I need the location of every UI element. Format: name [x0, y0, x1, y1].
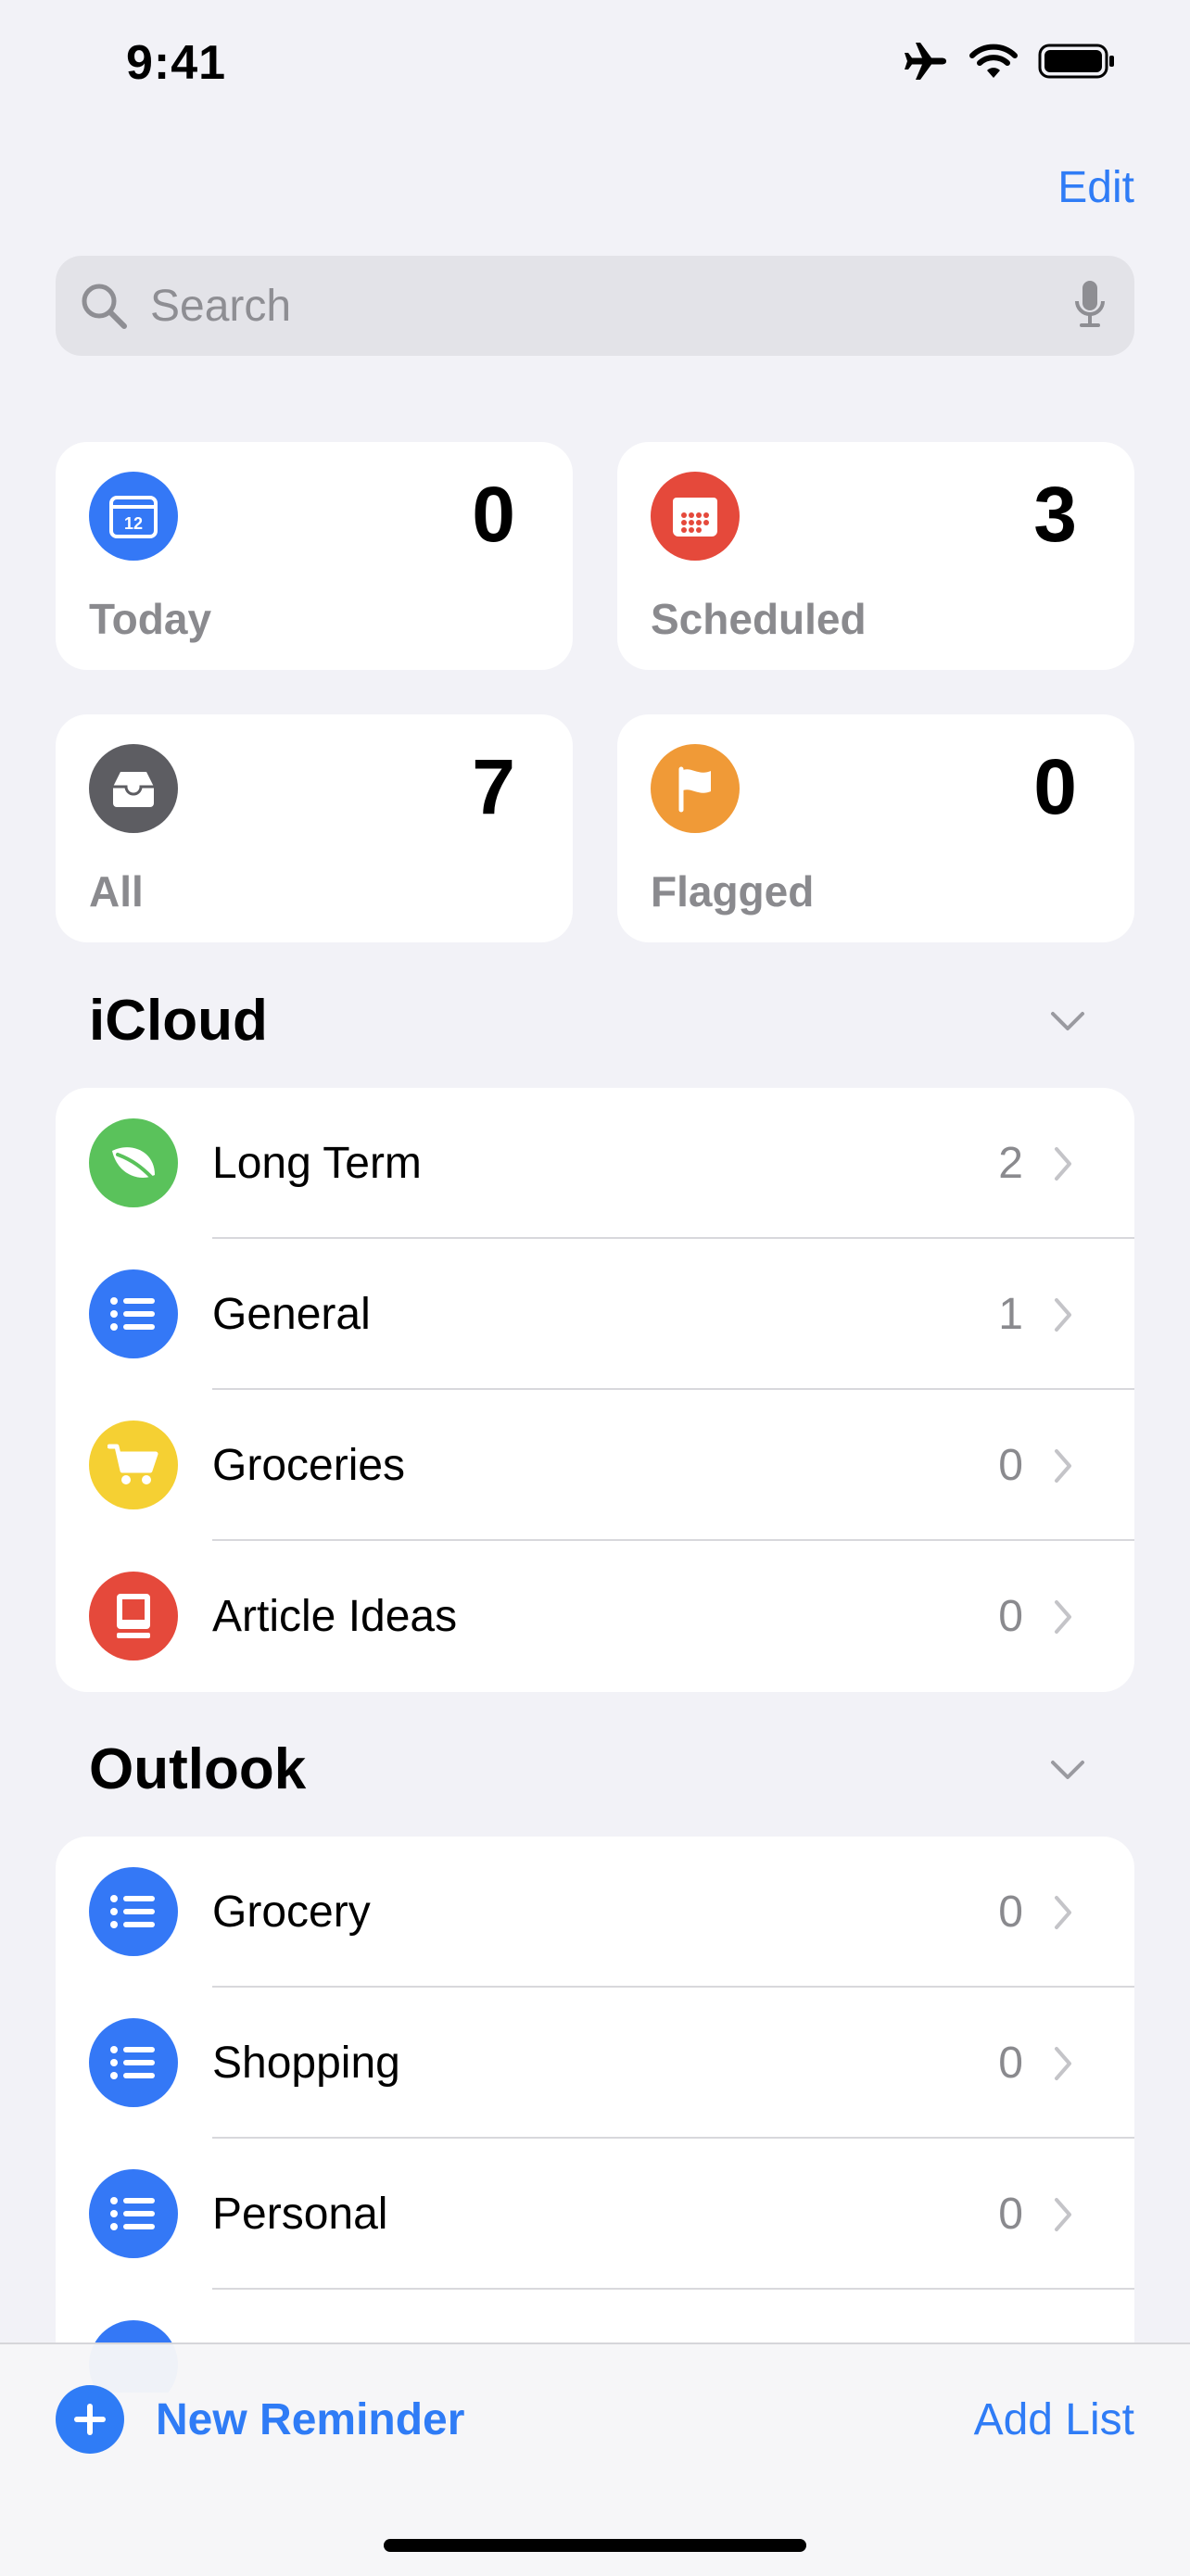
smart-list-all[interactable]: 7 All [56, 714, 573, 942]
icloud-lists: Long Term 2 General 1 Groceries 0 Articl… [56, 1088, 1134, 1692]
chevron-right-icon [1049, 2192, 1077, 2237]
list-item-grocery[interactable]: Grocery 0 [56, 1837, 1134, 1988]
plus-circle-icon [56, 2385, 124, 2454]
chevron-right-icon [1049, 1890, 1077, 1935]
list-bullet-icon [89, 2169, 178, 2258]
list-item-general[interactable]: General 1 [56, 1239, 1134, 1390]
flagged-count: 0 [1033, 743, 1077, 830]
list-bullet-icon [89, 1867, 178, 1956]
new-reminder-label: New Reminder [156, 2394, 465, 2444]
list-item-groceries[interactable]: Groceries 0 [56, 1390, 1134, 1541]
search-icon [76, 278, 132, 334]
list-item-article-ideas[interactable]: Article Ideas 0 [56, 1541, 1134, 1692]
list-item-label: Grocery [212, 1888, 371, 1937]
list-item-label: Long Term [212, 1139, 422, 1188]
add-list-button[interactable]: Add List [974, 2394, 1134, 2445]
microphone-icon[interactable] [1071, 278, 1108, 334]
chevron-down-icon[interactable] [1047, 1001, 1088, 1042]
desktop-icon [89, 1572, 178, 1661]
outlook-lists: Grocery 0 Shopping 0 Personal 0 [56, 1837, 1134, 2393]
tray-icon [89, 744, 178, 833]
all-label: All [89, 867, 144, 915]
section-title-outlook: Outlook [89, 1737, 307, 1801]
list-item-count: 1 [998, 1290, 1023, 1339]
list-item-label: Shopping [212, 2039, 400, 2088]
chevron-right-icon [1049, 1595, 1077, 1639]
status-bar: 9:41 [0, 0, 1190, 139]
all-count: 7 [472, 743, 515, 830]
leaf-icon [89, 1118, 178, 1207]
calendar-today-icon: 12 [89, 472, 178, 561]
list-item-count: 0 [998, 1441, 1023, 1490]
scheduled-label: Scheduled [651, 595, 867, 643]
list-item-count: 0 [998, 1888, 1023, 1937]
new-reminder-button[interactable]: New Reminder [56, 2385, 464, 2454]
list-bullet-icon [89, 2018, 178, 2107]
scheduled-count: 3 [1033, 471, 1077, 558]
search-input[interactable]: Search [150, 281, 1071, 332]
section-title-icloud: iCloud [89, 989, 268, 1053]
smart-list-scheduled[interactable]: 3 Scheduled [617, 442, 1134, 670]
smart-list-today[interactable]: 12 0 Today [56, 442, 573, 670]
home-indicator[interactable] [384, 2539, 806, 2552]
battery-icon [1038, 42, 1116, 85]
edit-button[interactable]: Edit [1057, 162, 1134, 213]
list-item-label: Article Ideas [212, 1592, 458, 1641]
wifi-icon [969, 43, 1018, 84]
chevron-right-icon [1049, 2041, 1077, 2086]
smart-list-flagged[interactable]: 0 Flagged [617, 714, 1134, 942]
airplane-icon [903, 41, 949, 86]
chevron-right-icon [1049, 1444, 1077, 1488]
list-item-count: 0 [998, 2190, 1023, 2239]
calendar-grid-icon [651, 472, 740, 561]
list-item-long-term[interactable]: Long Term 2 [56, 1088, 1134, 1239]
list-bullet-icon [89, 1269, 178, 1358]
chevron-down-icon[interactable] [1047, 1749, 1088, 1790]
today-count: 0 [472, 471, 515, 558]
list-item-count: 0 [998, 1592, 1023, 1641]
list-item-count: 0 [998, 2039, 1023, 2088]
chevron-right-icon [1049, 1142, 1077, 1186]
status-time: 9:41 [126, 36, 227, 90]
list-item-personal[interactable]: Personal 0 [56, 2139, 1134, 2290]
svg-text:12: 12 [124, 514, 143, 533]
flag-icon [651, 744, 740, 833]
list-item-count: 2 [998, 1139, 1023, 1188]
flagged-label: Flagged [651, 867, 815, 915]
list-item-label: Personal [212, 2190, 388, 2239]
list-item-label: General [212, 1290, 371, 1339]
list-item-label: Groceries [212, 1441, 406, 1490]
status-icons [903, 41, 1116, 86]
list-item-shopping[interactable]: Shopping 0 [56, 1988, 1134, 2139]
today-label: Today [89, 595, 212, 643]
search-bar[interactable]: Search [56, 256, 1134, 356]
cart-icon [89, 1421, 178, 1509]
chevron-right-icon [1049, 1293, 1077, 1337]
